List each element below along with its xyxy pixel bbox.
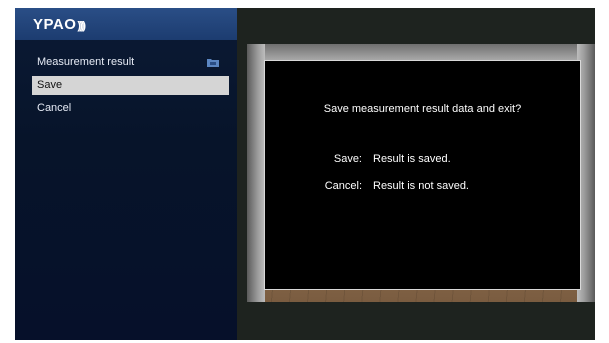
menu-list: Measurement result Save Cancel bbox=[32, 53, 229, 122]
logo-text: YPAO bbox=[33, 16, 77, 33]
option-description: Result is not saved. bbox=[373, 180, 469, 192]
room-ceiling bbox=[247, 44, 595, 60]
ypao-logo: YPAO)))) bbox=[33, 16, 86, 33]
header-bar: YPAO)))) bbox=[15, 8, 237, 40]
menu-item-label: Cancel bbox=[37, 102, 72, 114]
option-label: Cancel: bbox=[324, 180, 362, 192]
dialog-option-cancel: Cancel: Result is not saved. bbox=[265, 180, 580, 196]
left-menu-panel: YPAO)))) Measurement result Save Cancel bbox=[15, 8, 237, 340]
dialog-option-save: Save: Result is saved. bbox=[265, 153, 580, 169]
option-description: Result is saved. bbox=[373, 153, 451, 165]
logo-waves: )))) bbox=[77, 20, 86, 32]
menu-item-save[interactable]: Save bbox=[32, 76, 229, 95]
folder-icon bbox=[207, 59, 219, 67]
menu-item-measurement-result[interactable]: Measurement result bbox=[32, 53, 229, 72]
tv-screen: YPAO)))) Measurement result Save Cancel bbox=[15, 8, 595, 340]
menu-item-label: Save bbox=[37, 79, 63, 91]
room-wall-left bbox=[247, 44, 265, 302]
menu-item-cancel[interactable]: Cancel bbox=[32, 99, 229, 118]
menu-item-label: Measurement result bbox=[37, 56, 135, 68]
dialog-question: Save measurement result data and exit? bbox=[323, 103, 522, 115]
confirm-dialog: Save measurement result data and exit? S… bbox=[264, 60, 581, 290]
option-label: Save: bbox=[333, 153, 362, 165]
